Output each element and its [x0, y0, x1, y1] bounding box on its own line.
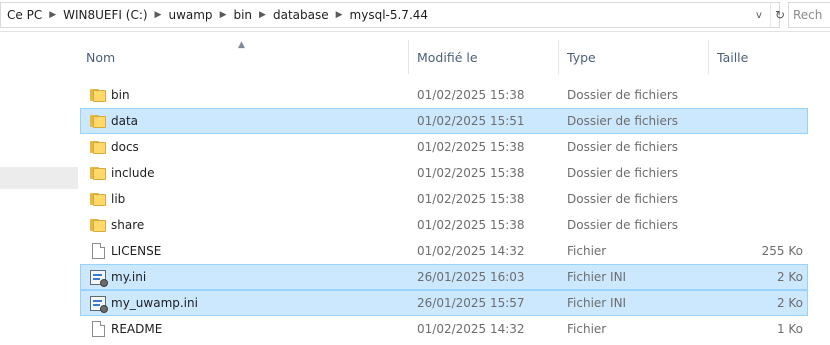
breadcrumb-item-database[interactable]: database — [273, 8, 329, 22]
file-row[interactable]: bin 01/02/2025 15:38 Dossier de fichiers — [80, 82, 808, 108]
file-name: my_uwamp.ini — [111, 296, 198, 310]
breadcrumb-item-drive[interactable]: WIN8UEFI (C:) — [63, 8, 147, 22]
search-placeholder: Rech — [793, 8, 823, 22]
folder-icon — [88, 135, 108, 159]
breadcrumb-item-mysql[interactable]: mysql-5.7.44 — [350, 8, 429, 22]
file-modified-date: 26/01/2025 16:03 — [417, 270, 525, 284]
file-modified-date: 01/02/2025 15:38 — [417, 218, 525, 232]
file-size: 255 Ko — [761, 244, 803, 258]
file-type: Dossier de fichiers — [567, 88, 679, 102]
file-modified-date: 01/02/2025 15:51 — [417, 114, 525, 128]
file-row[interactable]: my_uwamp.ini 26/01/2025 15:57 Fichier INI 2… — [80, 290, 808, 316]
breadcrumb-item-uwamp[interactable]: uwamp — [168, 8, 212, 22]
file-type: Fichier — [567, 244, 607, 258]
column-header-date[interactable]: Modifié le — [408, 40, 558, 74]
chevron-right-icon[interactable]: ▶ — [155, 10, 162, 20]
file-type: Fichier — [567, 322, 607, 336]
breadcrumb-item-bin[interactable]: bin — [233, 8, 252, 22]
file-name: data — [111, 114, 139, 128]
file-modified-date: 01/02/2025 15:38 — [417, 192, 525, 206]
folder-icon — [88, 187, 108, 211]
file-name: LICENSE — [111, 244, 162, 258]
column-header: Nom ▲ Modifié le Type Taille — [78, 40, 830, 74]
file-name: README — [111, 322, 163, 336]
file-type: Dossier de fichiers — [567, 166, 679, 180]
file-name: share — [111, 218, 145, 232]
folder-icon — [88, 83, 108, 107]
file-name: include — [111, 166, 155, 180]
breadcrumb[interactable]: Ce PC ▶ WIN8UEFI (C:) ▶ uwamp ▶ bin ▶ da… — [0, 2, 780, 28]
column-header-name[interactable]: Nom ▲ — [78, 40, 408, 74]
file-type: Fichier INI — [567, 270, 627, 284]
breadcrumb-item-this-pc[interactable]: Ce PC — [7, 8, 42, 22]
file-icon — [88, 239, 108, 263]
file-name: my.ini — [111, 270, 147, 284]
file-name: bin — [111, 88, 130, 102]
file-type: Dossier de fichiers — [567, 192, 679, 206]
file-type: Dossier de fichiers — [567, 218, 679, 232]
chevron-right-icon[interactable]: ▶ — [259, 10, 266, 20]
folder-icon — [88, 109, 108, 133]
column-header-type[interactable]: Type — [558, 40, 708, 74]
file-size: 2 Ko — [776, 270, 803, 284]
chevron-down-icon[interactable]: v — [752, 2, 766, 28]
file-type: Fichier INI — [567, 296, 627, 310]
ini-file-icon — [88, 291, 108, 315]
file-size: 1 Ko — [776, 322, 803, 336]
file-row[interactable]: lib 01/02/2025 15:38 Dossier de fichiers — [80, 186, 808, 212]
ini-file-icon — [88, 265, 108, 289]
address-bar: Ce PC ▶ WIN8UEFI (C:) ▶ uwamp ▶ bin ▶ da… — [0, 0, 830, 32]
chevron-right-icon[interactable]: ▶ — [220, 10, 227, 20]
column-header-size[interactable]: Taille — [708, 40, 788, 74]
search-input[interactable]: Rech — [788, 2, 830, 28]
file-row[interactable]: data 01/02/2025 15:51 Dossier de fichiers — [80, 108, 808, 134]
file-type: Dossier de fichiers — [567, 114, 679, 128]
file-row[interactable]: README 01/02/2025 14:32 Fichier 1 Ko — [80, 316, 808, 342]
file-name: docs — [111, 140, 139, 154]
file-row[interactable]: docs 01/02/2025 15:38 Dossier de fichiers — [80, 134, 808, 160]
chevron-right-icon[interactable]: ▶ — [49, 10, 56, 20]
file-row[interactable]: LICENSE 01/02/2025 14:32 Fichier 255 Ko — [80, 238, 808, 264]
file-size: 2 Ko — [776, 296, 803, 310]
sort-ascending-icon: ▲ — [238, 40, 245, 50]
file-icon — [88, 317, 108, 341]
file-row[interactable]: include 01/02/2025 15:38 Dossier de fichie… — [80, 160, 808, 186]
file-list: bin 01/02/2025 15:38 Dossier de fichiers da… — [80, 82, 808, 342]
file-type: Dossier de fichiers — [567, 140, 679, 154]
file-row[interactable]: my.ini 26/01/2025 16:03 Fichier INI 2 Ko — [80, 264, 808, 290]
file-row[interactable]: share 01/02/2025 15:38 Dossier de fichiers — [80, 212, 808, 238]
file-modified-date: 01/02/2025 15:38 — [417, 140, 525, 154]
file-modified-date: 01/02/2025 15:38 — [417, 166, 525, 180]
file-modified-date: 01/02/2025 14:32 — [417, 322, 525, 336]
file-name: lib — [111, 192, 126, 206]
chevron-right-icon[interactable]: ▶ — [336, 10, 343, 20]
file-modified-date: 26/01/2025 15:57 — [417, 296, 525, 310]
file-modified-date: 01/02/2025 15:38 — [417, 88, 525, 102]
navigation-pane[interactable] — [0, 33, 78, 345]
refresh-icon[interactable]: ↻ — [770, 2, 789, 28]
folder-icon — [88, 161, 108, 185]
navigation-selected-item[interactable] — [0, 167, 78, 189]
column-header-name-label: Nom — [86, 49, 116, 65]
folder-icon — [88, 213, 108, 237]
file-modified-date: 01/02/2025 14:32 — [417, 244, 525, 258]
